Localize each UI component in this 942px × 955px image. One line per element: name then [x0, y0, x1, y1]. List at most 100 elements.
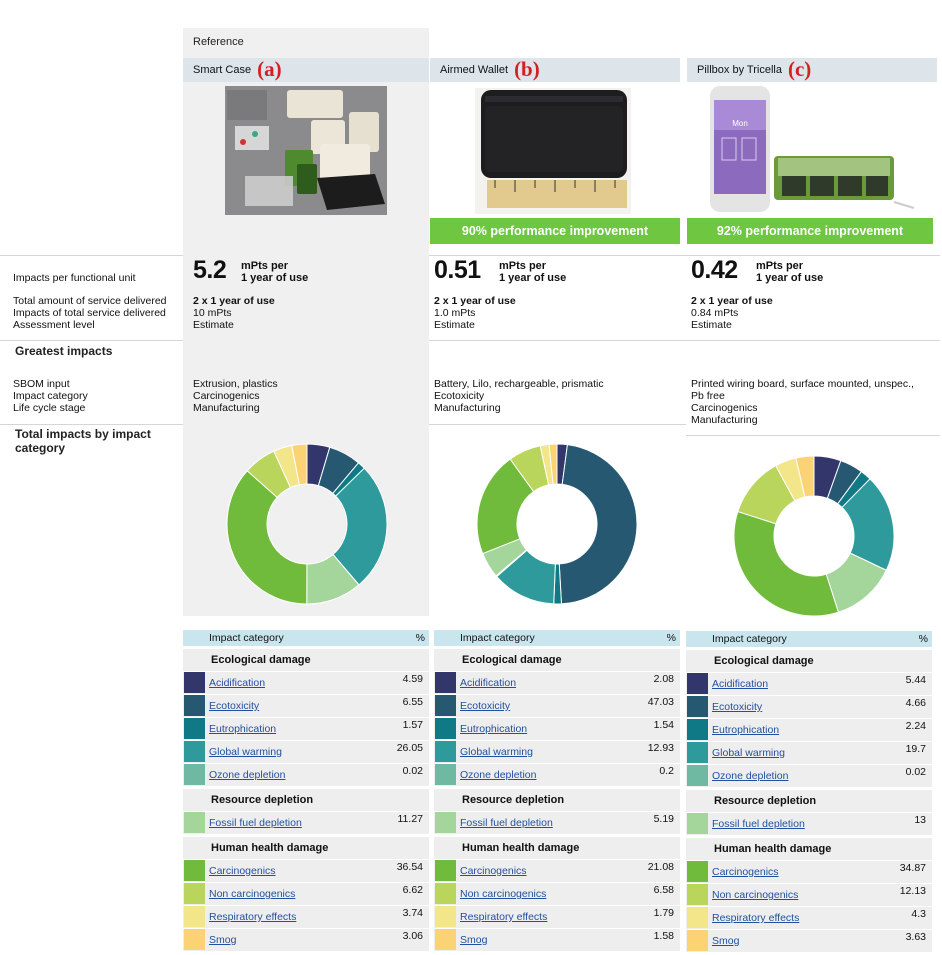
category-link-ecotoxicity[interactable]: Ecotoxicity	[712, 701, 762, 713]
category-link-non-carcinogenics[interactable]: Non carcinogenics	[209, 888, 295, 900]
category-link-acidification[interactable]: Acidification	[712, 678, 768, 690]
table-header: Impact category%	[686, 631, 932, 647]
performance-badge-b: 90% performance improvement	[430, 218, 680, 244]
svg-text:Mon: Mon	[732, 119, 748, 128]
product-header-c[interactable]: Pillbox by Tricella (c)	[687, 57, 937, 82]
table-row: Ozone depletion 0.2	[434, 764, 680, 786]
total-impacts-value: 0.84 mPts	[691, 307, 739, 319]
airmed-wallet-photo	[475, 88, 631, 214]
donut-slice-carcinogenics	[226, 470, 308, 605]
category-percent: 11.27	[397, 813, 424, 825]
category-link-fossil-fuel-depletion[interactable]: Fossil fuel depletion	[712, 818, 805, 830]
label-impact-category: Impact category	[13, 390, 88, 402]
category-link-non-carcinogenics[interactable]: Non carcinogenics	[712, 889, 798, 901]
category-link-global-warming[interactable]: Global warming	[460, 746, 533, 758]
table-row: Respiratory effects 1.79	[434, 906, 680, 928]
label-impacts-total-service: Impacts of total service delivered	[13, 307, 166, 319]
category-link-ozone-depletion[interactable]: Ozone depletion	[209, 769, 285, 781]
table-header: Impact category%	[434, 630, 680, 646]
category-percent: 1.57	[402, 719, 423, 731]
category-link-respiratory-effects[interactable]: Respiratory effects	[209, 911, 296, 923]
table-header-category: Impact category	[209, 632, 284, 644]
table-row: Fossil fuel depletion 5.19	[434, 812, 680, 834]
product-name: Airmed Wallet	[440, 64, 509, 77]
group-header-ecological-damage: Ecological damage	[183, 649, 429, 671]
category-link-non-carcinogenics[interactable]: Non carcinogenics	[460, 888, 546, 900]
legend-swatch-ecotoxicity	[435, 695, 456, 716]
impact-table-a: Impact category% Ecological damage Acidifi…	[183, 630, 429, 951]
legend-swatch-respiratory-effects	[435, 906, 456, 927]
category-link-eutrophication[interactable]: Eutrophication	[209, 723, 276, 735]
service-value: 2 x 1 year of use	[434, 295, 516, 307]
group-header-resource-depletion: Resource depletion	[183, 789, 429, 811]
category-link-smog[interactable]: Smog	[209, 934, 236, 946]
category-percent: 1.58	[653, 930, 674, 942]
category-link-fossil-fuel-depletion[interactable]: Fossil fuel depletion	[209, 817, 302, 829]
legend-swatch-respiratory-effects	[184, 906, 205, 927]
category-percent: 1.79	[653, 907, 674, 919]
product-tag: (b)	[514, 57, 540, 82]
category-link-ecotoxicity[interactable]: Ecotoxicity	[460, 700, 510, 712]
category-percent: 12.93	[647, 742, 674, 754]
table-row: Smog 3.63	[686, 930, 932, 952]
table-row: Ecotoxicity 4.66	[686, 696, 932, 718]
product-header-a[interactable]: Smart Case (a)	[183, 57, 429, 82]
category-link-carcinogenics[interactable]: Carcinogenics	[712, 866, 779, 878]
legend-swatch-smog	[435, 929, 456, 950]
category-link-ozone-depletion[interactable]: Ozone depletion	[460, 769, 536, 781]
category-percent: 12.13	[899, 885, 926, 897]
category-percent: 34.87	[899, 862, 926, 874]
sbom-value: Extrusion, plastics	[193, 378, 278, 390]
separator-line	[0, 340, 940, 341]
sbom-value: Pb free	[691, 390, 725, 402]
legend-swatch-carcinogenics	[184, 860, 205, 881]
reference-label: Reference	[193, 36, 244, 48]
legend-swatch-eutrophication	[435, 718, 456, 739]
group-header-human-health-damage: Human health damage	[434, 837, 680, 859]
category-link-fossil-fuel-depletion[interactable]: Fossil fuel depletion	[460, 817, 553, 829]
total-impacts-value: 10 mPts	[193, 307, 232, 319]
category-link-eutrophication[interactable]: Eutrophication	[460, 723, 527, 735]
table-row: Eutrophication 1.57	[183, 718, 429, 740]
performance-badge-c: 92% performance improvement	[687, 218, 933, 244]
table-row: Global warming 19.7	[686, 742, 932, 764]
category-link-acidification[interactable]: Acidification	[209, 677, 265, 689]
category-link-smog[interactable]: Smog	[712, 935, 739, 947]
category-percent: 3.74	[402, 907, 423, 919]
legend-swatch-carcinogenics	[687, 861, 708, 882]
legend-swatch-smog	[687, 930, 708, 951]
category-link-respiratory-effects[interactable]: Respiratory effects	[712, 912, 799, 924]
category-link-acidification[interactable]: Acidification	[460, 677, 516, 689]
category-link-smog[interactable]: Smog	[460, 934, 487, 946]
donut-chart-b	[476, 443, 638, 605]
table-row: Ozone depletion 0.02	[686, 765, 932, 787]
table-row: Carcinogenics 36.54	[183, 860, 429, 882]
table-header-percent: %	[666, 632, 676, 644]
product-name: Pillbox by Tricella	[697, 64, 782, 77]
category-percent: 3.63	[905, 931, 926, 943]
impact-unit: 1 year of use	[756, 272, 824, 284]
donut-slice-ecotoxicity	[558, 444, 638, 605]
legend-swatch-acidification	[184, 672, 205, 693]
legend-swatch-non-carcinogenics	[435, 883, 456, 904]
table-row: Non carcinogenics 6.58	[434, 883, 680, 905]
stage-value: Manufacturing	[193, 402, 260, 414]
product-name: Smart Case	[193, 64, 252, 77]
legend-swatch-eutrophication	[687, 719, 708, 740]
service-value: 2 x 1 year of use	[691, 295, 773, 307]
category-link-carcinogenics[interactable]: Carcinogenics	[460, 865, 527, 877]
category-link-ecotoxicity[interactable]: Ecotoxicity	[209, 700, 259, 712]
legend-swatch-ecotoxicity	[687, 696, 708, 717]
product-header-b[interactable]: Airmed Wallet (b)	[430, 57, 680, 82]
service-value: 2 x 1 year of use	[193, 295, 275, 307]
category-link-global-warming[interactable]: Global warming	[712, 747, 785, 759]
category-link-global-warming[interactable]: Global warming	[209, 746, 282, 758]
category-link-respiratory-effects[interactable]: Respiratory effects	[460, 911, 547, 923]
legend-swatch-respiratory-effects	[687, 907, 708, 928]
table-row: Ecotoxicity 47.03	[434, 695, 680, 717]
table-row: Acidification 5.44	[686, 673, 932, 695]
category-link-ozone-depletion[interactable]: Ozone depletion	[712, 770, 788, 782]
category-link-carcinogenics[interactable]: Carcinogenics	[209, 865, 276, 877]
category-percent: 2.08	[653, 673, 674, 685]
category-link-eutrophication[interactable]: Eutrophication	[712, 724, 779, 736]
